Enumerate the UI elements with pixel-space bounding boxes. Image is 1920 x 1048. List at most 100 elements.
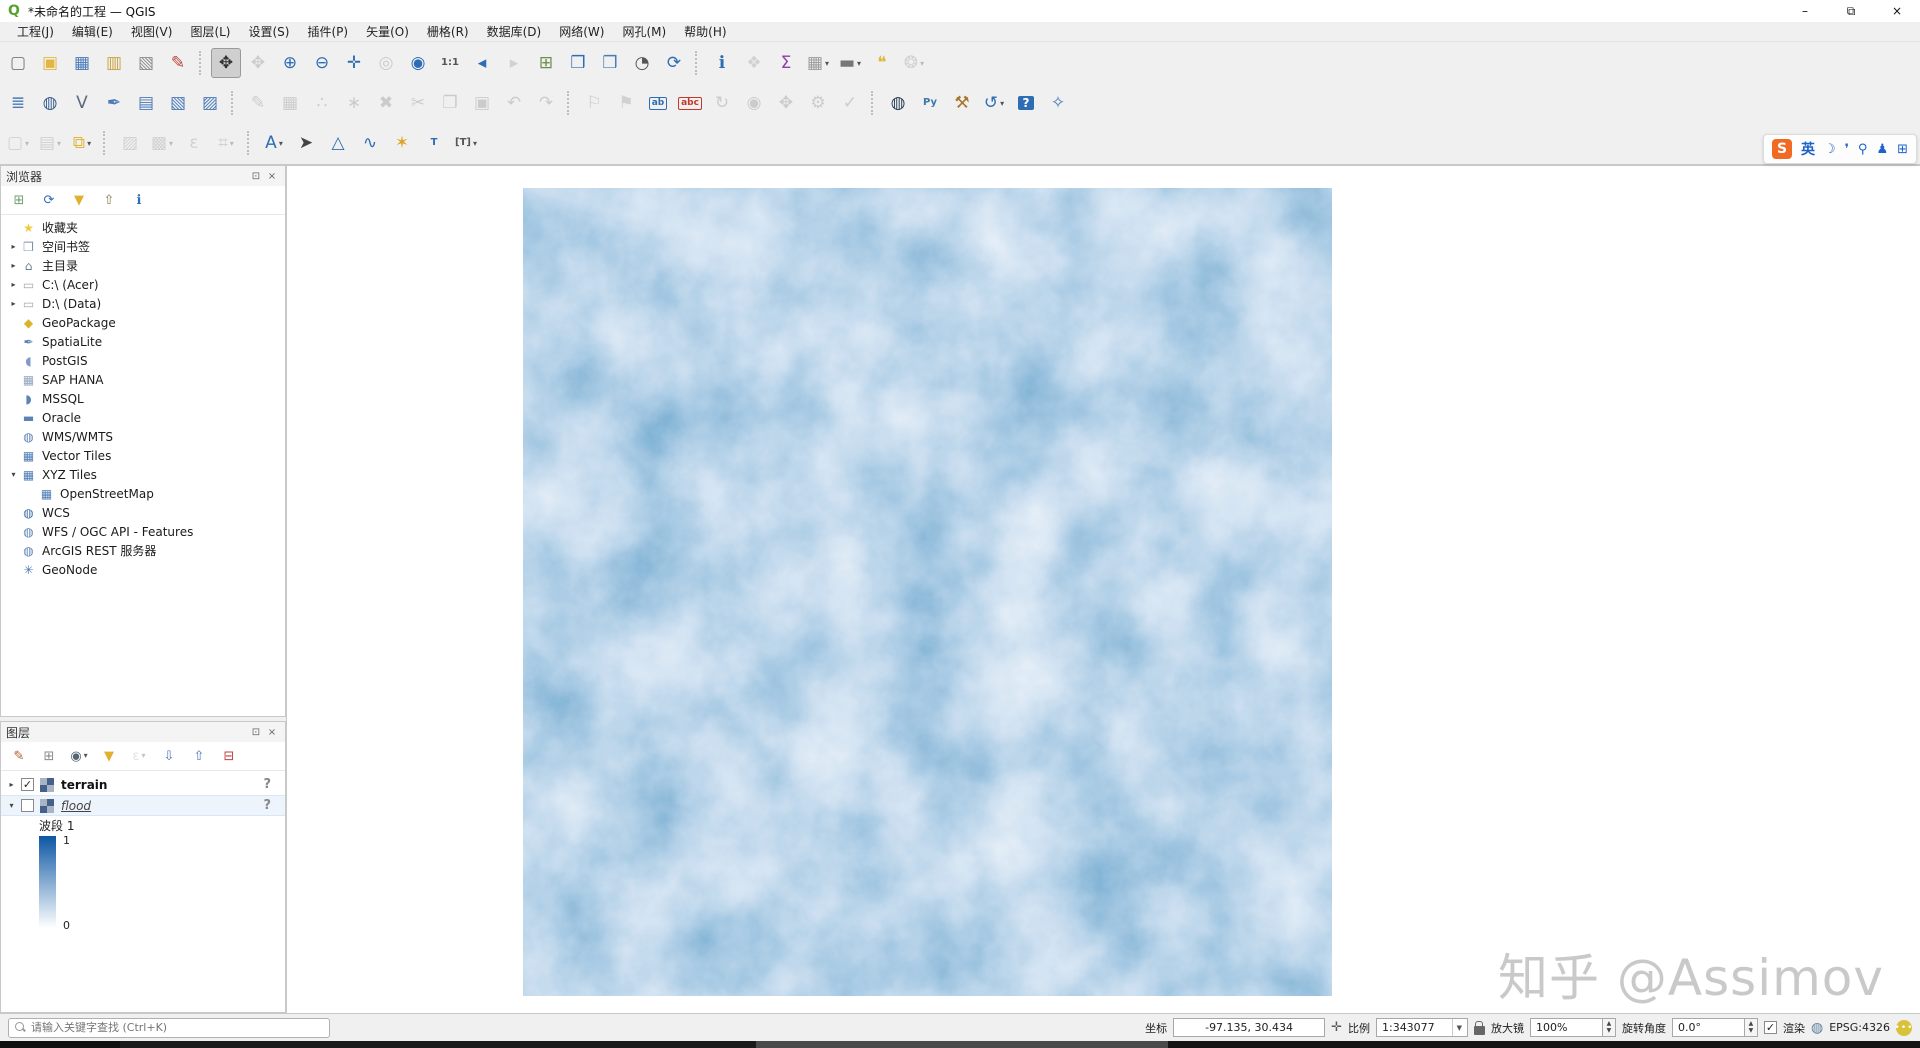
menu-raster[interactable]: 栅格(R) (418, 21, 478, 42)
browser-item-postgis[interactable]: ◖ PostGIS (1, 351, 285, 370)
spin-arrows-icon[interactable]: ▲ ▼ (1601, 1018, 1616, 1037)
night-mode-icon[interactable]: ☽ (1824, 142, 1836, 157)
close-button[interactable]: × (1874, 0, 1920, 22)
new-marker-annotation-button[interactable]: ✶ (387, 128, 417, 158)
new-print-layout-button[interactable]: ▥ (99, 48, 129, 78)
unknown-crs-indicator[interactable]: ? (263, 798, 271, 813)
remove-layer-button[interactable]: ⊟ (219, 746, 239, 766)
menu-view[interactable]: 视图(V) (122, 21, 182, 42)
zoom-out-button[interactable]: ⊖ (307, 48, 337, 78)
browser-item-wms-wmts[interactable]: ◍ WMS/WMTS (1, 427, 285, 446)
expand-arrow-icon[interactable]: ▸ (7, 242, 20, 251)
dropdown-arrow-icon[interactable]: ▾ (84, 752, 88, 760)
browser-close-button[interactable]: × (264, 171, 280, 182)
open-layer-styling-panel-button[interactable]: ✎ (9, 746, 29, 766)
render-checkbox[interactable]: ✓ (1763, 1021, 1777, 1034)
layer-item-flood[interactable]: ▾ flood? (1, 795, 285, 816)
menu-mesh[interactable]: 网孔(M) (613, 21, 675, 42)
dropdown-arrow-icon[interactable]: ▾ (279, 139, 283, 148)
menu-plugins[interactable]: 插件(P) (298, 21, 357, 42)
pan-map-button[interactable]: ✥ (211, 48, 241, 78)
search-input[interactable] (31, 1021, 323, 1034)
extent-toggle-icon[interactable]: ✛ (1331, 1021, 1342, 1034)
python-console-button[interactable]: Py (915, 88, 945, 118)
browser-item-spatial-bookmarks[interactable]: ▸ ❒ 空间书签 (1, 237, 285, 256)
layer-visibility-checkbox[interactable]: ✓ (21, 778, 34, 791)
help-contents-button[interactable]: ? (1011, 88, 1041, 118)
new-mesh-layer-button[interactable]: ▧ (163, 88, 193, 118)
browser-item-sap-hana[interactable]: ▦ SAP HANA (1, 370, 285, 389)
processing-toolbox-button[interactable]: ⚒ (947, 88, 977, 118)
open-data-source-manager-button[interactable]: ≣ (3, 88, 33, 118)
add-group-button[interactable]: ⊞ (39, 746, 59, 766)
browser-item-geopackage[interactable]: ◆ GeoPackage (1, 313, 285, 332)
expand-arrow-icon[interactable]: ▸ (7, 261, 20, 270)
zoom-to-layer-button[interactable]: ◉ (403, 48, 433, 78)
browser-item-drive-d[interactable]: ▸ ▭ D:\ (Data) (1, 294, 285, 313)
chevron-down-icon[interactable]: ▼ (1451, 1019, 1462, 1036)
browser-item-spatialite[interactable]: ✒ SpatiaLite (1, 332, 285, 351)
open-attribute-table-button[interactable]: ▦ ▾ (803, 48, 833, 78)
processing-history-button[interactable]: ↺ ▾ (979, 88, 1009, 118)
filter-browser-button[interactable]: ▼ (69, 190, 89, 210)
browser-item-wcs[interactable]: ◍ WCS (1, 503, 285, 522)
menu-edit[interactable]: 编辑(E) (63, 21, 122, 42)
dropdown-arrow-icon[interactable]: ▾ (25, 139, 29, 148)
menu-database[interactable]: 数据库(D) (478, 21, 551, 42)
unknown-crs-indicator[interactable]: ? (263, 777, 271, 792)
layers-close-button[interactable]: × (264, 727, 280, 738)
show-properties-widget-button[interactable]: ℹ (129, 190, 149, 210)
save-project-button[interactable]: ▦ (67, 48, 97, 78)
crs-status[interactable]: EPSG:4326 (1829, 1021, 1890, 1034)
balloon-text-annotation-button[interactable]: [T] ▾ (451, 128, 481, 158)
rotation-value[interactable]: 0.0° (1671, 1018, 1744, 1037)
new-geopackage-layer-button[interactable]: ◍ (35, 88, 65, 118)
menu-help[interactable]: 帮助(H) (675, 21, 735, 42)
dropdown-arrow-icon[interactable]: ▾ (142, 752, 146, 760)
expand-arrow-icon[interactable]: ▾ (5, 801, 18, 810)
style-manager-button[interactable]: ✎ (163, 48, 193, 78)
locator-search[interactable] (8, 1017, 330, 1038)
new-spatial-bookmark-button[interactable]: ❒ (563, 48, 593, 78)
measure-line-button[interactable]: ▬ ▾ (835, 48, 865, 78)
dropdown-arrow-icon[interactable]: ▾ (920, 59, 924, 68)
manage-map-themes-button[interactable]: ◉ ▾ (69, 746, 89, 766)
punctuation-icon[interactable]: ❜ (1845, 142, 1849, 157)
collapse-all-layers-button[interactable]: ⇧ (189, 746, 209, 766)
show-spatial-bookmarks-button[interactable]: ❒ (595, 48, 625, 78)
refresh-browser-button[interactable]: ⟳ (39, 190, 59, 210)
zoom-in-button[interactable]: ⊕ (275, 48, 305, 78)
open-project-button[interactable]: ▣ (35, 48, 65, 78)
new-virtual-layer-button[interactable]: ▤ (131, 88, 161, 118)
new-project-button[interactable]: ▢ (3, 48, 33, 78)
temporal-controller-button[interactable]: ◔ (627, 48, 657, 78)
coordinate-input[interactable]: -97.135, 30.434 (1173, 1018, 1326, 1037)
input-method-bar[interactable]: S 英 ☽ ❜ ⚲ ♟ ⊞ (1763, 134, 1917, 164)
layer-labeling-options-button[interactable]: A ▾ (259, 128, 289, 158)
identify-features-button[interactable]: ℹ (707, 48, 737, 78)
browser-float-button[interactable]: ⊡ (248, 171, 264, 182)
move-annotation-tool-button[interactable]: ➤ (291, 128, 321, 158)
dropdown-arrow-icon[interactable]: ▾ (857, 59, 861, 68)
rotation-spinbox[interactable]: 0.0° ▲ ▼ (1671, 1018, 1758, 1037)
map-canvas[interactable]: 知乎 @Assimov (286, 165, 1920, 1013)
menu-vector[interactable]: 矢量(O) (357, 21, 418, 42)
crs-globe-icon[interactable]: ◍ (1811, 1021, 1823, 1035)
messages-icon[interactable]: ••• (1895, 1019, 1912, 1036)
browser-item-oracle[interactable]: ▬ Oracle (1, 408, 285, 427)
browser-item-home[interactable]: ▸ ⌂ 主目录 (1, 256, 285, 275)
move-label-button[interactable]: ab (643, 88, 673, 118)
expand-arrow-icon[interactable]: ▸ (5, 780, 18, 789)
magnifier-spinbox[interactable]: 100% ▲ ▼ (1529, 1018, 1616, 1037)
georeferencer-button[interactable]: ✧ (1043, 88, 1073, 118)
browser-item-geonode[interactable]: ✳ GeoNode (1, 560, 285, 579)
refresh-map-button[interactable]: ⟳ (659, 48, 689, 78)
browser-item-xyz-tiles[interactable]: ▾ ▦ XYZ Tiles (1, 465, 285, 484)
browser-item-openstreetmap[interactable]: ▦ OpenStreetMap (1, 484, 285, 503)
filter-legend-button[interactable]: ▼ (99, 746, 119, 766)
change-label-button[interactable]: abc (675, 88, 705, 118)
browser-item-arcgis-rest[interactable]: ◍ ArcGIS REST 服务器 (1, 541, 285, 560)
browser-item-drive-c[interactable]: ▸ ▭ C:\ (Acer) (1, 275, 285, 294)
spin-arrows-icon[interactable]: ▲ ▼ (1743, 1018, 1758, 1037)
zoom-full-button[interactable]: ✛ (339, 48, 369, 78)
